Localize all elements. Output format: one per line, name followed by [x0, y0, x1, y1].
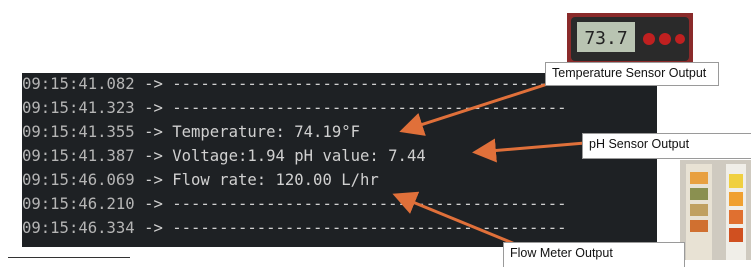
temperature-callout: Temperature Sensor Output	[545, 62, 719, 86]
ph-arrow	[472, 138, 586, 163]
divider	[8, 257, 130, 258]
ph-callout: pH Sensor Output	[582, 133, 751, 159]
flow-callout: Flow Meter Output	[503, 242, 685, 267]
flow-arrow	[392, 191, 521, 248]
callout-arrows	[392, 78, 586, 248]
temperature-arrow	[399, 78, 561, 136]
